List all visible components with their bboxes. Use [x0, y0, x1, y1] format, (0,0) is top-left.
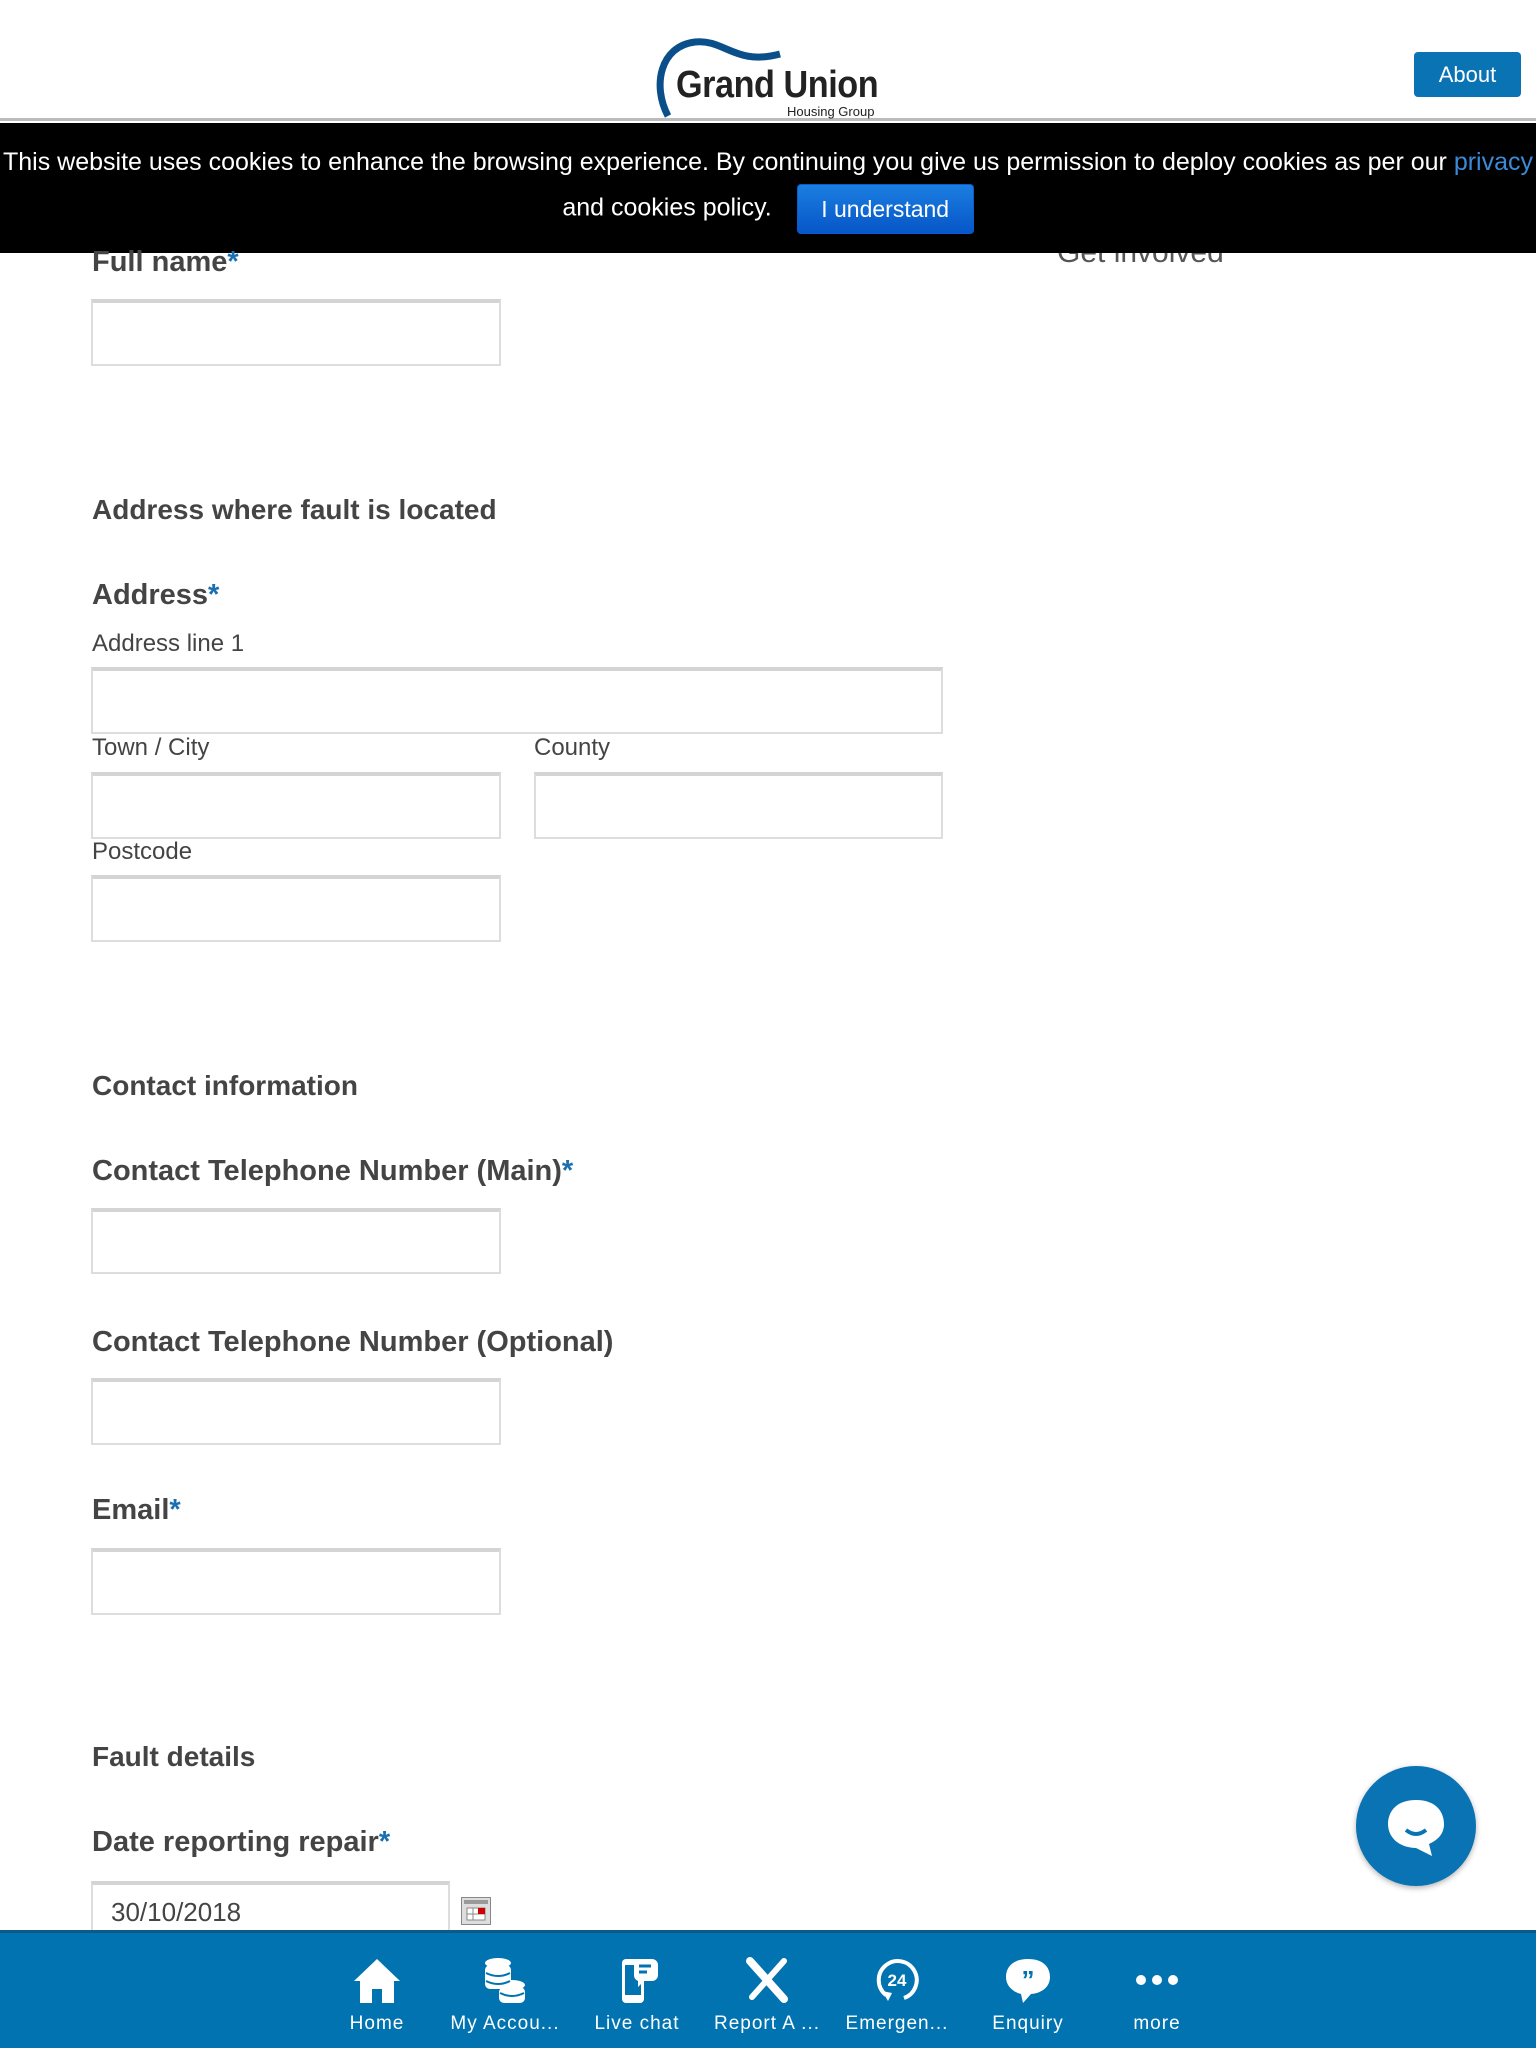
- nav-my-account[interactable]: My Accou...: [440, 1955, 570, 2035]
- nav-label: Report A ...: [714, 2013, 820, 2034]
- address-line1-label: Address line 1: [92, 630, 245, 657]
- nav-label: Emergen...: [845, 2013, 949, 2034]
- postcode-label: Postcode: [92, 838, 193, 865]
- required-mark: *: [208, 579, 220, 611]
- nav-emergency[interactable]: 24 Emergen...: [832, 1955, 962, 2035]
- cookie-text-end: and cookies policy.: [562, 193, 772, 222]
- home-icon: [354, 1959, 400, 2003]
- email-label: Email*: [92, 1494, 181, 1527]
- county-label: County: [534, 734, 611, 761]
- county-input[interactable]: [534, 772, 943, 839]
- privacy-link[interactable]: privacy: [1454, 148, 1533, 176]
- site-header: Grand Union Housing Group About: [0, 0, 1536, 121]
- address-line1-input[interactable]: [91, 667, 943, 734]
- i-understand-button[interactable]: I understand: [796, 184, 974, 234]
- fault-section-heading: Fault details: [92, 1741, 256, 1772]
- more-icon: [1136, 1975, 1178, 1985]
- nav-label: more: [1133, 2013, 1181, 2034]
- required-mark: *: [169, 1494, 181, 1526]
- logo-subtitle: Housing Group: [787, 104, 875, 119]
- svg-text:”: ”: [1022, 1965, 1035, 1995]
- cookie-text: This website uses cookies to enhance the…: [2, 148, 1447, 176]
- address-section-heading: Address where fault is located: [92, 494, 497, 525]
- nav-home[interactable]: Home: [312, 1955, 442, 2035]
- nav-label: Live chat: [594, 2013, 680, 2034]
- nav-label: Enquiry: [992, 2013, 1064, 2034]
- tel-main-input[interactable]: [91, 1208, 501, 1274]
- required-mark: *: [227, 246, 239, 278]
- logo-text: Grand Union: [676, 64, 879, 106]
- nav-label: My Accou...: [450, 2013, 560, 2034]
- label-text: Full name: [92, 246, 228, 278]
- town-label: Town / City: [92, 734, 210, 761]
- live-chat-bubble-button[interactable]: [1356, 1766, 1476, 1886]
- address-label: Address*: [92, 579, 219, 612]
- tel-main-label: Contact Telephone Number (Main)*: [92, 1155, 573, 1188]
- nav-label: Home: [349, 2013, 405, 2034]
- tel-optional-label: Contact Telephone Number (Optional): [92, 1326, 614, 1358]
- town-input[interactable]: [91, 772, 501, 839]
- label-text: Contact Telephone Number (Main): [92, 1155, 562, 1187]
- nav-report-a-repair[interactable]: Report A ...: [702, 1955, 832, 2035]
- full-name-label: Full name*: [92, 246, 239, 279]
- nav-more[interactable]: more: [1092, 1955, 1222, 2035]
- nav-live-chat[interactable]: Live chat: [572, 1955, 702, 2035]
- cookie-banner: This website uses cookies to enhance the…: [0, 123, 1536, 253]
- svg-text:24: 24: [888, 1971, 907, 1990]
- full-name-input[interactable]: [91, 299, 501, 366]
- quote-bubble-icon: ”: [1006, 1959, 1050, 2003]
- nav-enquiry[interactable]: ” Enquiry: [963, 1955, 1093, 2035]
- date-label: Date reporting repair*: [92, 1826, 390, 1859]
- contact-section-heading: Contact information: [92, 1070, 358, 1101]
- about-button[interactable]: About: [1414, 52, 1521, 97]
- bottom-nav: Home My Accou... Live chat Report A ... …: [0, 1930, 1536, 2048]
- required-mark: *: [378, 1826, 391, 1858]
- phone-chat-icon: [622, 1959, 658, 2003]
- tools-icon: [746, 1957, 788, 2003]
- 24-hour-icon: 24: [876, 1959, 919, 2001]
- coins-icon: [485, 1958, 525, 2003]
- label-text: Address: [92, 579, 209, 611]
- label-text: Date reporting repair: [92, 1826, 379, 1858]
- label-text: Email: [92, 1494, 170, 1526]
- required-mark: *: [561, 1155, 574, 1187]
- tel-optional-input[interactable]: [91, 1378, 501, 1445]
- email-input[interactable]: [91, 1548, 501, 1615]
- chat-icon: [1388, 1800, 1444, 1856]
- calendar-icon[interactable]: [461, 1897, 491, 1925]
- postcode-input[interactable]: [91, 875, 501, 942]
